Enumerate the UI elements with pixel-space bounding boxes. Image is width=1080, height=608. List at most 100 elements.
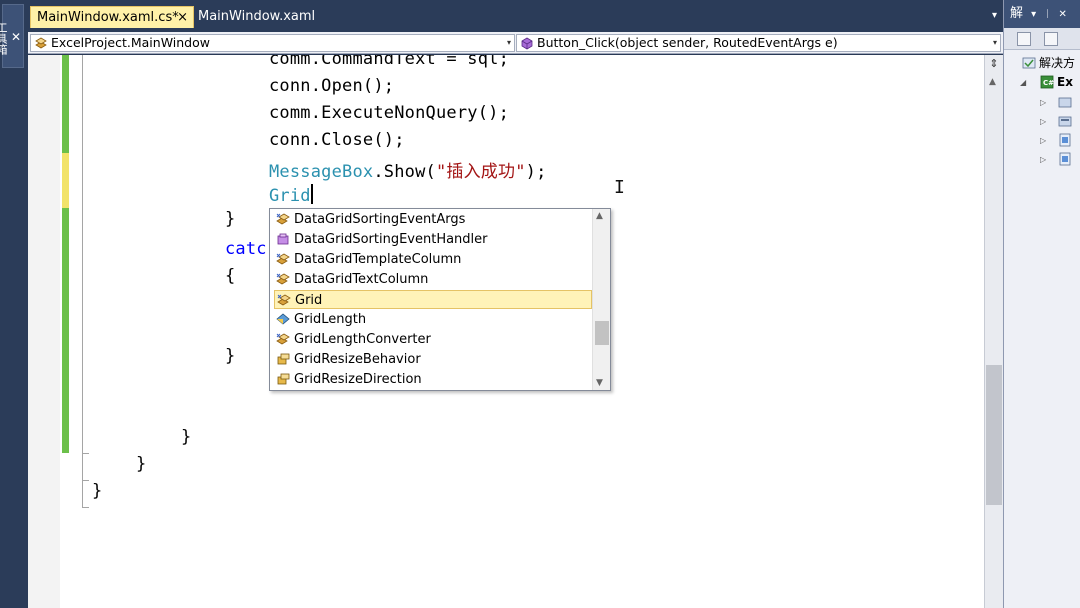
dropdown-icon[interactable]: ▾ [1031, 9, 1036, 20]
chevron-down-icon[interactable]: ▾ [507, 35, 511, 51]
chevron-down-icon[interactable]: ▾ [993, 35, 997, 51]
completion-item[interactable]: GridResizeDirection [274, 370, 592, 389]
code-line: } [225, 346, 236, 366]
svg-text:C#: C# [1043, 79, 1054, 87]
code-token: ); [525, 162, 547, 182]
scroll-up-icon[interactable]: ▲ [989, 77, 996, 87]
close-icon[interactable]: ✕ [1058, 9, 1066, 20]
completion-item-label: DataGridSortingEventHandler [294, 232, 488, 247]
change-bar-unsaved [62, 153, 69, 208]
solution-icon [1022, 57, 1036, 69]
code-line: { [225, 266, 236, 286]
code-token: .Show( [373, 162, 436, 182]
properties-icon[interactable] [1017, 32, 1031, 46]
method-icon [521, 37, 533, 50]
expand-arrow-icon[interactable]: ◢ [1020, 78, 1026, 87]
change-bar-saved [62, 55, 69, 153]
panel-title: 解 [1010, 6, 1024, 21]
tab-mainwindow-xaml-cs[interactable]: MainWindow.xaml.cs* × [30, 6, 194, 28]
completion-item-label: GridResizeDirection [294, 372, 422, 387]
show-all-files-icon[interactable] [1044, 32, 1058, 46]
navigation-bar: ExcelProject.MainWindow ▾ Button_Click(o… [28, 32, 1003, 54]
code-line: } [136, 454, 147, 474]
code-line: conn.Open(); [269, 76, 395, 96]
csharp-project-icon: C# [1040, 75, 1054, 89]
type-token: MessageBox [269, 162, 374, 182]
tab-label: MainWindow.xaml.cs* [37, 10, 179, 25]
code-line: } [225, 209, 236, 229]
completion-item[interactable]: GridLength [274, 310, 592, 329]
completion-item-selected[interactable]: Grid [274, 290, 592, 309]
tree-item-project[interactable]: C# Ex [1040, 73, 1073, 91]
pin-icon[interactable]: ᛁ [1044, 9, 1050, 20]
outline-tick [82, 453, 89, 454]
completion-item[interactable]: DataGridSortingEventArgs [274, 210, 592, 229]
member-combo[interactable]: Button_Click(object sender, RoutedEventA… [516, 34, 1001, 52]
panel-toolbar [1004, 28, 1080, 50]
completion-item-label: Grid [295, 293, 323, 308]
completion-item[interactable]: GridResizeBehavior [274, 350, 592, 369]
toolbox-icon: ✕ [9, 30, 23, 44]
folder-icon [1058, 97, 1072, 108]
code-line: comm.ExecuteNonQuery(); [269, 103, 510, 123]
editor-scrollbar[interactable]: ⇕ ▲ [984, 55, 1003, 608]
scroll-up-icon[interactable]: ▲ [596, 211, 603, 221]
close-tab-icon[interactable]: × [177, 7, 188, 29]
completion-item-label: GridLengthConverter [294, 332, 431, 347]
scroll-thumb[interactable] [595, 321, 609, 345]
expand-arrow-icon[interactable]: ▷ [1040, 136, 1046, 145]
toolbox-tab[interactable]: ✕ 工具箱 [0, 4, 24, 68]
tree-item-references[interactable] [1058, 112, 1075, 130]
expand-arrow-icon[interactable]: ▷ [1040, 117, 1046, 126]
class-icon [276, 273, 290, 285]
completion-item-label: GridResizeBehavior [294, 352, 421, 367]
document-tab-bar: MainWindow.xaml.cs* × MainWindow.xaml ▾ [28, 0, 1003, 32]
completion-item[interactable]: DataGridTextColumn [274, 270, 592, 289]
split-window-icon[interactable]: ⇕ [986, 55, 1002, 73]
class-icon [277, 294, 291, 306]
tree-item-mainwindow-xaml[interactable] [1058, 150, 1075, 168]
tab-list-dropdown-icon[interactable]: ▾ [992, 10, 997, 21]
expand-arrow-icon[interactable]: ▷ [1040, 98, 1046, 107]
code-line: } [92, 481, 103, 501]
tab-mainwindow-xaml[interactable]: MainWindow.xaml [192, 6, 321, 28]
class-icon [276, 253, 290, 265]
tree-item-solution[interactable]: 解决方 [1022, 54, 1075, 72]
code-line: } [181, 427, 192, 447]
code-editor[interactable]: comm.CommandText = sql; conn.Open(); com… [28, 55, 984, 608]
toolbox-strip: ✕ 工具箱 [0, 0, 28, 608]
tree-item-properties[interactable] [1058, 93, 1075, 111]
change-bar-saved [62, 208, 69, 453]
text-caret [310, 184, 313, 204]
expand-arrow-icon[interactable]: ▷ [1040, 155, 1046, 164]
completion-list[interactable]: DataGridSortingEventArgs DataGridSorting… [269, 208, 611, 391]
outline-tick [82, 480, 89, 481]
ibeam-cursor-icon: I [614, 177, 625, 198]
toolbox-label: 工具箱 [0, 21, 8, 55]
completion-item[interactable]: DataGridSortingEventHandler [274, 230, 592, 249]
solution-explorer-panel: 解 ▾ ᛁ ✕ 解决方 ◢ C# Ex ▷ ▷ ▷ ▷ [1003, 0, 1080, 608]
code-line: conn.Close(); [269, 130, 405, 150]
delegate-icon [277, 233, 289, 245]
xaml-file-icon [1059, 133, 1071, 147]
tab-label: MainWindow.xaml [198, 9, 316, 24]
enum-icon [277, 373, 290, 385]
scroll-down-icon[interactable]: ▼ [596, 378, 603, 388]
tree-item-app-xaml[interactable] [1058, 131, 1075, 149]
typed-token: Grid [269, 186, 311, 206]
code-line: catc [225, 239, 267, 259]
completion-scrollbar[interactable]: ▲ ▼ [592, 209, 610, 390]
completion-item[interactable]: GridLengthConverter [274, 330, 592, 349]
class-combo[interactable]: ExcelProject.MainWindow ▾ [30, 34, 515, 52]
indicator-margin [28, 55, 60, 608]
completion-item-label: GridLength [294, 312, 367, 327]
completion-item[interactable]: DataGridTemplateColumn [274, 250, 592, 269]
panel-header: 解 ▾ ᛁ ✕ [1004, 0, 1080, 28]
member-combo-value: Button_Click(object sender, RoutedEventA… [537, 35, 838, 50]
code-line-current: Grid [269, 184, 313, 206]
struct-icon [276, 313, 290, 325]
class-icon [35, 37, 47, 49]
outline-line [82, 55, 83, 453]
code-line: comm.CommandText = sql; [269, 55, 510, 69]
scroll-thumb[interactable] [986, 365, 1002, 505]
